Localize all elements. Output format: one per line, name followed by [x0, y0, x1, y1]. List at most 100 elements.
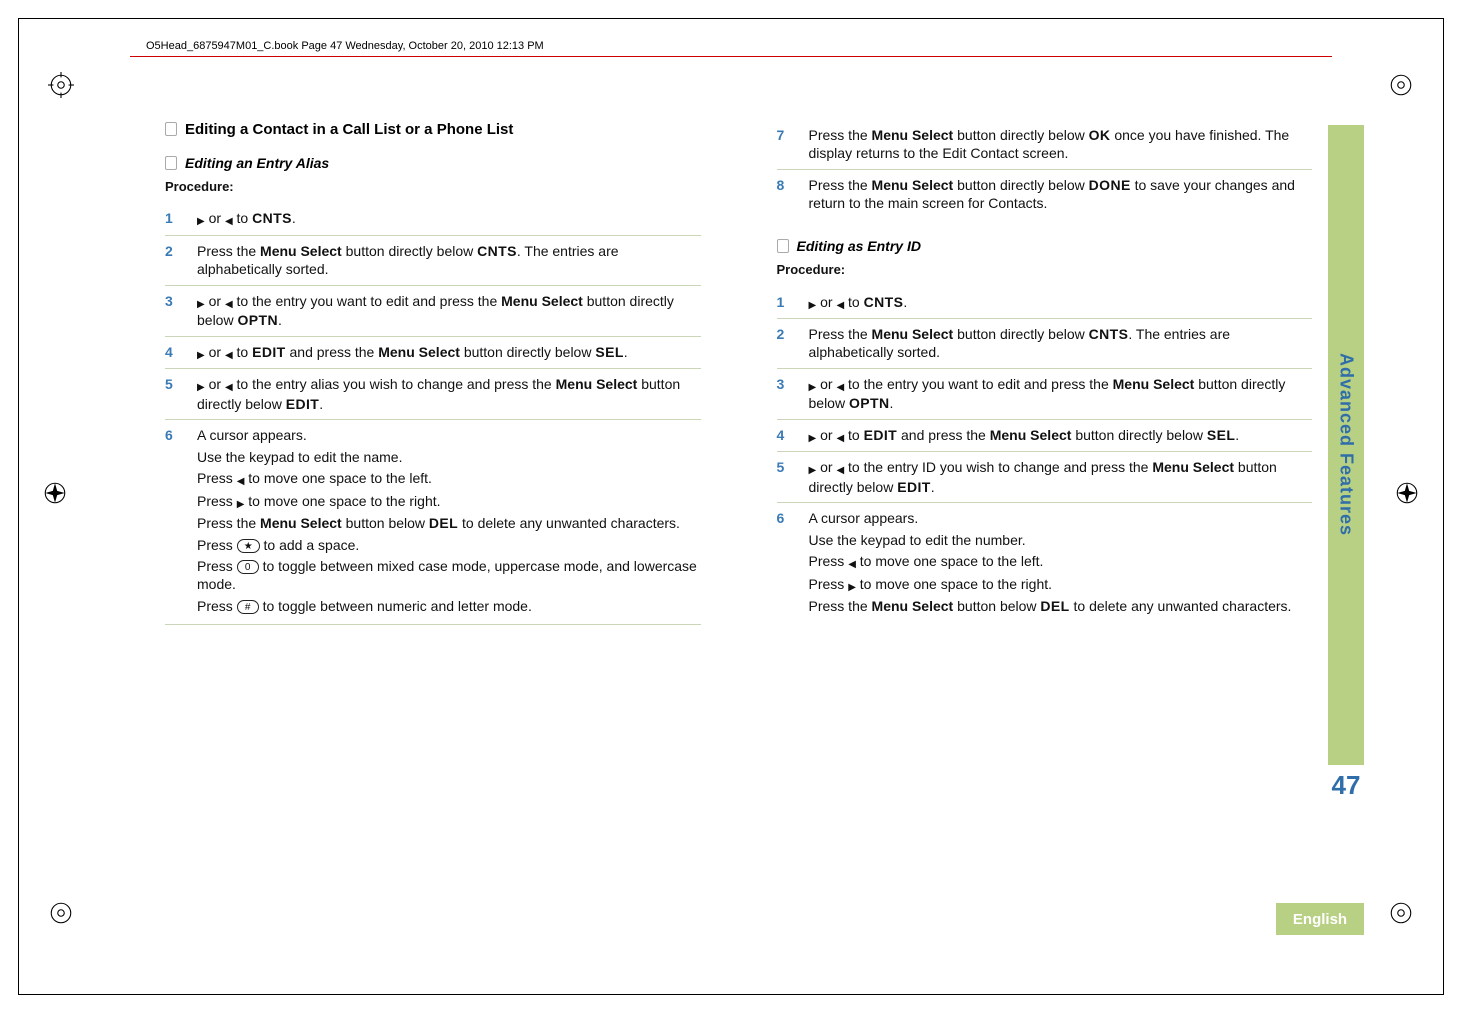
- registration-mark-icon: [1388, 900, 1414, 926]
- step-body: or to the entry you want to edit and pre…: [197, 292, 701, 330]
- step-number: 2: [777, 325, 791, 362]
- step-body: Press the Menu Select button directly be…: [197, 242, 701, 279]
- left-arrow-icon: [225, 376, 233, 394]
- step-row: 5 or to the entry ID you wish to change …: [777, 452, 1313, 503]
- step-number: 4: [777, 426, 791, 445]
- code-label: SEL: [595, 344, 623, 360]
- code-label: EDIT: [864, 427, 898, 443]
- procedure-label: Procedure:: [165, 178, 701, 195]
- left-arrow-icon: [836, 294, 844, 312]
- step-body: or to EDIT and press the Menu Select but…: [197, 343, 701, 362]
- registration-mark-icon: [42, 480, 68, 506]
- right-arrow-icon: [848, 576, 856, 594]
- step-body: or to the entry ID you wish to change an…: [809, 458, 1313, 496]
- step-body: Press the Menu Select button directly be…: [809, 176, 1313, 213]
- bold-label: Menu Select: [260, 515, 342, 531]
- code-label: CNTS: [1089, 326, 1129, 342]
- step-body: or to CNTS.: [809, 293, 1313, 312]
- hash-key-icon: #: [237, 600, 259, 614]
- code-label: CNTS: [477, 243, 517, 259]
- right-arrow-icon: [197, 293, 205, 311]
- step-number: 7: [777, 126, 791, 163]
- step-row: 1 or to CNTS.: [777, 287, 1313, 319]
- step-row: 4 or to EDIT and press the Menu Select b…: [165, 337, 701, 369]
- document-icon: [165, 156, 177, 170]
- step-row: 3 or to the entry you want to edit and p…: [165, 286, 701, 337]
- code-label: EDIT: [286, 396, 320, 412]
- bold-label: Menu Select: [990, 427, 1072, 443]
- code-label: OPTN: [849, 395, 890, 411]
- section-heading-text: Editing a Contact in a Call List or a Ph…: [185, 120, 513, 140]
- code-label: SEL: [1207, 427, 1235, 443]
- step-body: or to the entry you want to edit and pre…: [809, 375, 1313, 413]
- subsection-heading: Editing as Entry ID: [777, 237, 1313, 255]
- left-arrow-icon: [225, 210, 233, 228]
- step-row: 2 Press the Menu Select button directly …: [165, 236, 701, 286]
- step-body: or to CNTS.: [197, 209, 701, 228]
- left-arrow-icon: [836, 459, 844, 477]
- bold-label: Menu Select: [378, 344, 460, 360]
- left-arrow-icon: [836, 427, 844, 445]
- code-label: OK: [1089, 127, 1111, 143]
- step-row: 2 Press the Menu Select button directly …: [777, 319, 1313, 369]
- zero-key-icon: 0: [237, 560, 259, 574]
- code-label: EDIT: [897, 479, 931, 495]
- step-body: A cursor appears. Use the keypad to edit…: [809, 509, 1313, 618]
- code-label: DONE: [1089, 177, 1131, 193]
- left-arrow-icon: [225, 344, 233, 362]
- right-arrow-icon: [197, 376, 205, 394]
- bold-label: Menu Select: [556, 376, 638, 392]
- right-column: 7 Press the Menu Select button directly …: [777, 120, 1313, 923]
- running-header: O5Head_6875947M01_C.book Page 47 Wednesd…: [146, 40, 544, 52]
- step-row: 1 or to CNTS.: [165, 203, 701, 235]
- page-number: 47: [1328, 770, 1364, 801]
- subsection-heading-text: Editing an Entry Alias: [185, 154, 329, 172]
- left-arrow-icon: [836, 376, 844, 394]
- bold-label: Menu Select: [872, 127, 954, 143]
- step-number: 8: [777, 176, 791, 213]
- step-body: Press the Menu Select button directly be…: [809, 126, 1313, 163]
- left-column: Editing a Contact in a Call List or a Ph…: [165, 120, 701, 923]
- step-row: 3 or to the entry you want to edit and p…: [777, 369, 1313, 420]
- registration-mark-icon: [48, 72, 74, 98]
- code-label: CNTS: [252, 210, 292, 226]
- step-body: Press the Menu Select button directly be…: [809, 325, 1313, 362]
- step-number: 6: [777, 509, 791, 618]
- bold-label: Menu Select: [872, 598, 954, 614]
- step-number: 1: [165, 209, 179, 228]
- step-row: 8 Press the Menu Select button directly …: [777, 170, 1313, 219]
- step-row: 7 Press the Menu Select button directly …: [777, 120, 1313, 170]
- right-arrow-icon: [197, 344, 205, 362]
- step-number: 3: [165, 292, 179, 330]
- step-body: A cursor appears. Use the keypad to edit…: [197, 426, 701, 618]
- bold-label: Menu Select: [1113, 376, 1195, 392]
- subsection-heading-text: Editing as Entry ID: [797, 237, 921, 255]
- procedure-label: Procedure:: [777, 261, 1313, 278]
- star-key-icon: ★: [237, 539, 260, 553]
- right-arrow-icon: [197, 210, 205, 228]
- registration-mark-icon: [1394, 480, 1420, 506]
- code-label: DEL: [1040, 598, 1069, 614]
- section-heading: Editing a Contact in a Call List or a Ph…: [165, 120, 701, 140]
- bold-label: Menu Select: [872, 326, 954, 342]
- step-number: 5: [165, 375, 179, 413]
- step-number: 5: [777, 458, 791, 496]
- step-number: 6: [165, 426, 179, 618]
- step-body: or to the entry alias you wish to change…: [197, 375, 701, 413]
- subsection-heading: Editing an Entry Alias: [165, 154, 701, 172]
- bold-label: Menu Select: [1152, 459, 1234, 475]
- registration-mark-icon: [48, 900, 74, 926]
- left-arrow-icon: [225, 293, 233, 311]
- step-number: 1: [777, 293, 791, 312]
- step-row: 4 or to EDIT and press the Menu Select b…: [777, 420, 1313, 452]
- registration-mark-icon: [1388, 72, 1414, 98]
- step-row: 5 or to the entry alias you wish to chan…: [165, 369, 701, 420]
- step-row: 6 A cursor appears. Use the keypad to ed…: [165, 420, 701, 625]
- step-body: or to EDIT and press the Menu Select but…: [809, 426, 1313, 445]
- left-arrow-icon: [848, 553, 856, 571]
- code-label: DEL: [429, 515, 458, 531]
- code-label: OPTN: [237, 312, 278, 328]
- step-number: 3: [777, 375, 791, 413]
- bold-label: Menu Select: [260, 243, 342, 259]
- side-tab-label: Advanced Features: [1336, 353, 1357, 536]
